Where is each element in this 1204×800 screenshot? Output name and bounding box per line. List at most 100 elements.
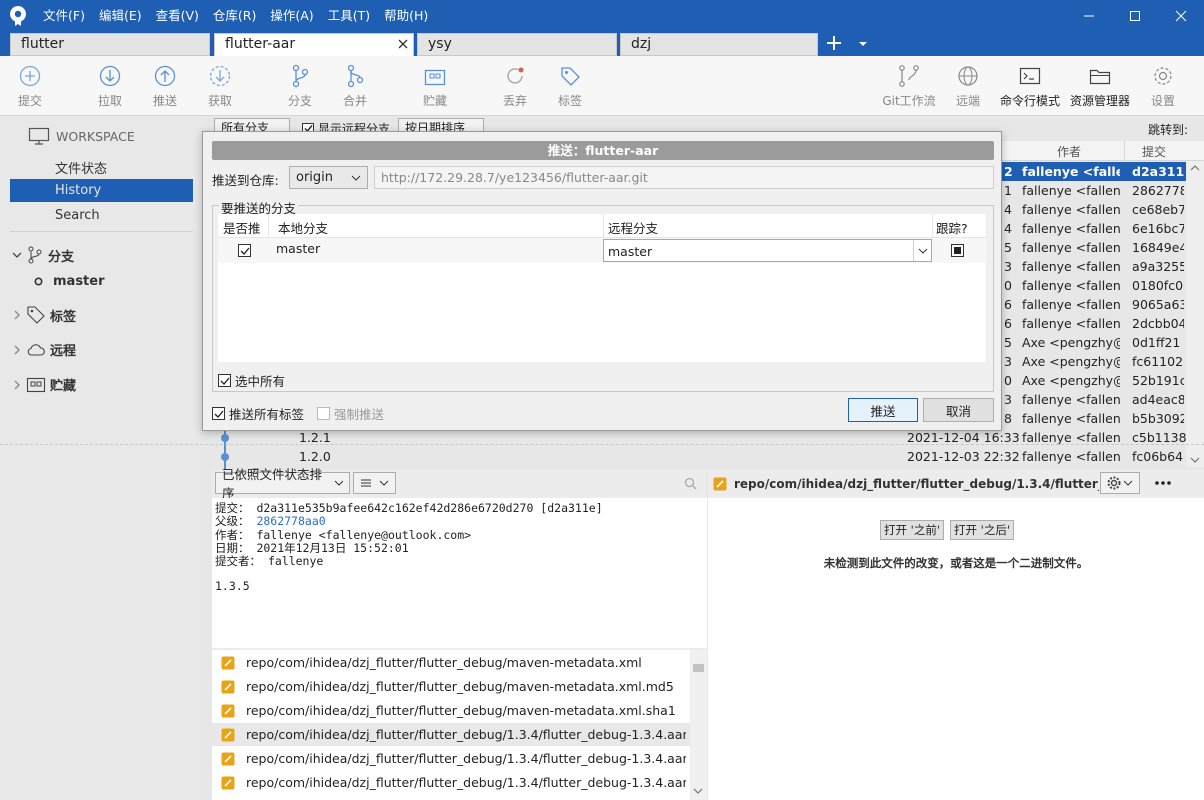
menu-bar: 文件(F) 编辑(E) 查看(V) 仓库(R) 操作(A) 工具(T) 帮助(H… xyxy=(36,0,435,32)
push-branch-checkbox[interactable] xyxy=(238,244,251,257)
open-after-button[interactable]: 打开 '之后' xyxy=(950,520,1014,540)
file-sort-value: 已依照文件状态排序 xyxy=(222,467,323,501)
meta-label: 父级： xyxy=(215,514,250,529)
changed-file-row[interactable]: repo/com/ihidea/dzj_flutter/flutter_debu… xyxy=(212,747,690,770)
diff-options-select[interactable] xyxy=(1100,472,1140,494)
sidebar-branches-header[interactable]: 分支 xyxy=(12,245,74,265)
history-row-tail-1[interactable]: 1.2.0 2021-12-03 22:32 fallenye <falleny… xyxy=(202,447,1204,466)
changed-file-row[interactable]: repo/com/ihidea/dzj_flutter/flutter_debu… xyxy=(212,675,690,698)
new-tab-button[interactable] xyxy=(826,35,842,51)
sidebar-remotes-header[interactable]: 远程 xyxy=(12,340,76,359)
tab-flutter-aar[interactable]: flutter-aar xyxy=(214,33,414,56)
commit-button[interactable]: 提交 xyxy=(10,56,50,116)
explorer-button[interactable]: 资源管理器 xyxy=(1068,56,1132,116)
more-options-icon[interactable] xyxy=(1154,477,1172,489)
scroll-thumb[interactable] xyxy=(693,664,704,672)
splitter[interactable] xyxy=(0,444,1204,445)
gitflow-button[interactable]: Git工作流 xyxy=(880,56,938,116)
sidebar-stashes-header[interactable]: 贮藏 xyxy=(12,375,76,394)
commit-author: fallenye <fallenye xyxy=(1022,240,1120,255)
tab-dzj[interactable]: dzj xyxy=(620,33,818,56)
settings-button[interactable]: 设置 xyxy=(1143,56,1183,116)
discard-label: 丢弃 xyxy=(502,94,527,108)
file-sort-select[interactable]: 已依照文件状态排序 xyxy=(215,467,350,501)
search-icon[interactable] xyxy=(684,477,697,490)
menu-edit[interactable]: 编辑(E) xyxy=(92,0,149,32)
remote-branch-select[interactable]: master xyxy=(603,239,932,262)
fetch-button[interactable]: 获取 xyxy=(200,56,240,116)
tag-button[interactable]: 标签 xyxy=(550,56,590,116)
menu-repository[interactable]: 仓库(R) xyxy=(206,0,263,32)
tag-label: 标签 xyxy=(557,94,582,108)
menu-file[interactable]: 文件(F) xyxy=(36,0,92,32)
tag-icon xyxy=(561,67,580,86)
tab-ysy[interactable]: ysy xyxy=(417,33,617,56)
open-before-button[interactable]: 打开 '之前' xyxy=(880,520,944,540)
sidebar-item-search[interactable]: Search xyxy=(55,208,100,223)
discard-button[interactable]: 丢弃 xyxy=(495,56,535,116)
column-header-commit[interactable]: 提交 xyxy=(1142,143,1166,160)
push-confirm-button[interactable]: 推送 xyxy=(848,398,918,422)
changed-file-path: repo/com/ihidea/dzj_flutter/flutter_debu… xyxy=(246,775,686,790)
pull-button[interactable]: 拉取 xyxy=(90,56,130,116)
maximize-button[interactable] xyxy=(1112,0,1158,32)
gitflow-label: Git工作流 xyxy=(882,94,936,108)
commit-hash: d2a311e xyxy=(1132,164,1184,179)
files-scrollbar[interactable] xyxy=(690,650,707,800)
close-window-button[interactable] xyxy=(1158,0,1204,32)
tab-list-dropdown[interactable] xyxy=(858,40,868,48)
menu-tools[interactable]: 工具(T) xyxy=(321,0,377,32)
chevron-down-icon xyxy=(334,480,343,486)
stash-button[interactable]: 贮藏 xyxy=(415,56,455,116)
column-header-author[interactable]: 作者 xyxy=(1057,143,1081,160)
branch-button[interactable]: 分支 xyxy=(280,56,320,116)
menu-actions[interactable]: 操作(A) xyxy=(263,0,320,32)
globe-icon xyxy=(958,66,978,86)
tab-flutter[interactable]: flutter xyxy=(10,33,210,56)
push-all-tags-checkbox[interactable]: 推送所有标签 xyxy=(212,404,304,423)
fetch-icon xyxy=(209,65,231,87)
changed-file-row[interactable]: repo/com/ihidea/dzj_flutter/flutter_debu… xyxy=(212,699,690,722)
menu-view[interactable]: 查看(V) xyxy=(149,0,206,32)
sidebar-item-history[interactable]: History xyxy=(10,179,193,202)
remote-select[interactable]: origin xyxy=(289,166,368,189)
terminal-button[interactable]: 命令行模式 xyxy=(998,56,1062,116)
commit-hash: 0180fc0 xyxy=(1132,278,1184,293)
column-divider xyxy=(268,214,269,238)
merge-button[interactable]: 合并 xyxy=(335,56,375,116)
chevron-down-icon xyxy=(351,175,361,181)
changed-file-row[interactable]: repo/com/ihidea/dzj_flutter/flutter_debu… xyxy=(212,651,690,674)
commit-date-fragment: 1 xyxy=(1004,183,1012,198)
workspace-label: WORKSPACE xyxy=(56,128,135,144)
force-push-checkbox[interactable]: 强制推送 xyxy=(317,404,384,423)
remote-button[interactable]: 远端 xyxy=(948,56,988,116)
menu-help[interactable]: 帮助(H) xyxy=(377,0,435,32)
sidebar-branch-master[interactable]: master xyxy=(34,274,105,289)
select-all-checkbox[interactable]: 选中所有 xyxy=(218,371,285,390)
gitflow-icon xyxy=(899,65,919,87)
maximize-icon xyxy=(1130,11,1140,21)
sidebar-tags-header[interactable]: 标签 xyxy=(12,305,76,325)
cancel-button[interactable]: 取消 xyxy=(923,398,994,422)
sidebar-item-file-status[interactable]: 文件状态 xyxy=(55,158,107,177)
arrow-down-circle-icon xyxy=(99,65,121,87)
minimize-button[interactable] xyxy=(1066,0,1112,32)
fetch-label: 获取 xyxy=(207,94,232,108)
parent-commit-link[interactable]: 2862778aa0 xyxy=(256,514,325,528)
remote-branch-dropdown[interactable] xyxy=(913,240,931,261)
changed-file-row[interactable]: repo/com/ihidea/dzj_flutter/flutter_debu… xyxy=(212,771,690,794)
view-mode-select[interactable] xyxy=(353,472,396,494)
track-branch-checkbox[interactable] xyxy=(951,244,964,257)
file-modified-icon xyxy=(221,728,235,742)
remote-url-field[interactable]: http://172.29.28.7/ye123456/flutter-aar.… xyxy=(374,166,994,189)
history-scrollbar[interactable] xyxy=(1186,161,1204,467)
commit-hash: 2dcbb04 xyxy=(1132,316,1184,331)
commit-author: fallenye <fallenye xyxy=(1022,259,1120,274)
branch-master-label: master xyxy=(53,274,105,289)
tab-close-icon[interactable] xyxy=(397,38,409,50)
pull-label: 拉取 xyxy=(97,94,122,108)
changed-file-row[interactable]: repo/com/ihidea/dzj_flutter/flutter_debu… xyxy=(212,723,690,746)
merge-icon xyxy=(347,64,364,88)
push-button[interactable]: 推送 xyxy=(145,56,185,116)
commit-author: Axe <pengzhy@c xyxy=(1022,335,1120,350)
